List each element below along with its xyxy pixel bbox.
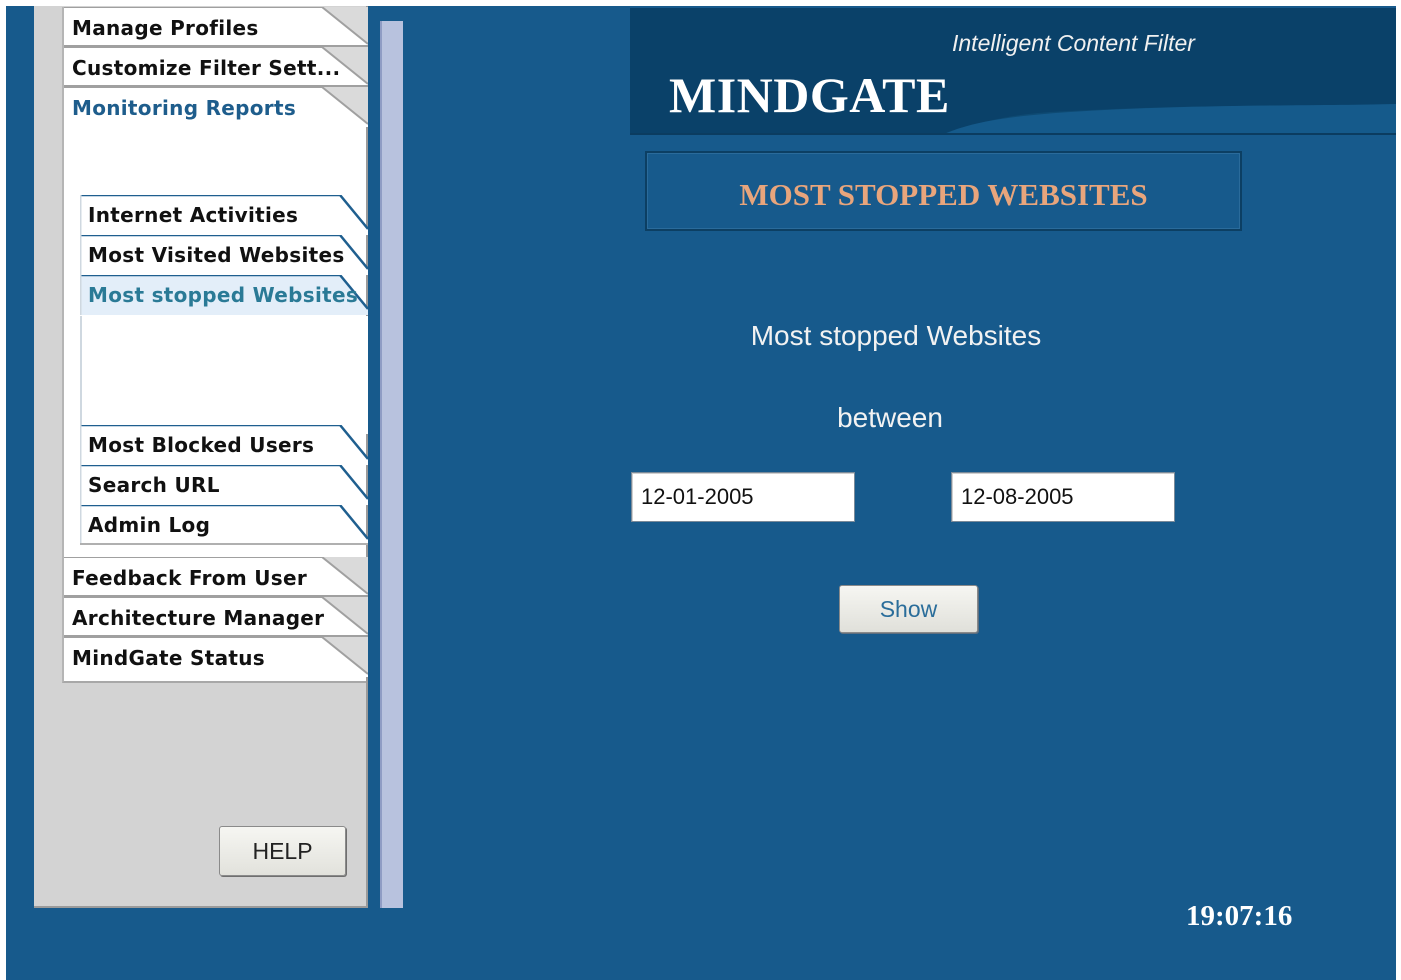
page-title: MOST STOPPED WEBSITES [739, 177, 1148, 212]
tab-mindgate-status[interactable]: MindGate Status [64, 637, 368, 677]
tab-label: Customize Filter Sett... [72, 56, 341, 80]
subtab-label: Search URL [88, 473, 220, 497]
tab-label: Architecture Manager [72, 606, 325, 630]
tab-label: MindGate Status [72, 646, 265, 670]
tab-feedback-from-user[interactable]: Feedback From User [64, 557, 368, 597]
subtab-most-stopped-websites[interactable]: Most stopped Websites [80, 275, 368, 315]
help-button[interactable]: HELP [219, 826, 346, 876]
subtab-search-url[interactable]: Search URL [80, 465, 368, 505]
brand-logo: MINDGATE [669, 67, 950, 123]
subtab-label: Most Visited Websites [88, 243, 345, 267]
subtab-most-visited-websites[interactable]: Most Visited Websites [80, 235, 368, 275]
tab-label: Monitoring Reports [72, 96, 297, 120]
show-button[interactable]: Show [839, 585, 978, 633]
tab-architecture-manager[interactable]: Architecture Manager [64, 597, 368, 637]
subtab-content-area [80, 316, 368, 434]
subtab-internet-activities[interactable]: Internet Activities [80, 195, 368, 235]
subtab-most-blocked-users[interactable]: Most Blocked Users [80, 425, 368, 465]
subtab-label: Most Blocked Users [88, 433, 315, 457]
subtab-label: Most stopped Websites [88, 283, 359, 307]
tab-label: Feedback From User [72, 566, 307, 590]
subtab-label: Admin Log [88, 513, 211, 537]
panel-splitter[interactable] [380, 21, 403, 908]
clock: 19:07:16 [1186, 900, 1293, 932]
header-tagline: Intelligent Content Filter [952, 30, 1195, 56]
between-label: between [837, 402, 943, 433]
tab-manage-profiles[interactable]: Manage Profiles [64, 7, 368, 47]
subtab-admin-log[interactable]: Admin Log [80, 505, 368, 545]
report-label: Most stopped Websites [750, 320, 1042, 351]
page-title-box: MOST STOPPED WEBSITES [645, 151, 1242, 231]
tab-label: Manage Profiles [72, 16, 259, 40]
navigation-menu: Manage Profiles Customize Filter Sett...… [62, 7, 368, 683]
tab-customize-filter-settings[interactable]: Customize Filter Sett... [64, 47, 368, 87]
tab-monitoring-reports[interactable]: Monitoring Reports [64, 87, 368, 127]
subtab-label: Internet Activities [88, 203, 299, 227]
end-date-input[interactable] [951, 472, 1175, 522]
start-date-input[interactable] [631, 472, 855, 522]
